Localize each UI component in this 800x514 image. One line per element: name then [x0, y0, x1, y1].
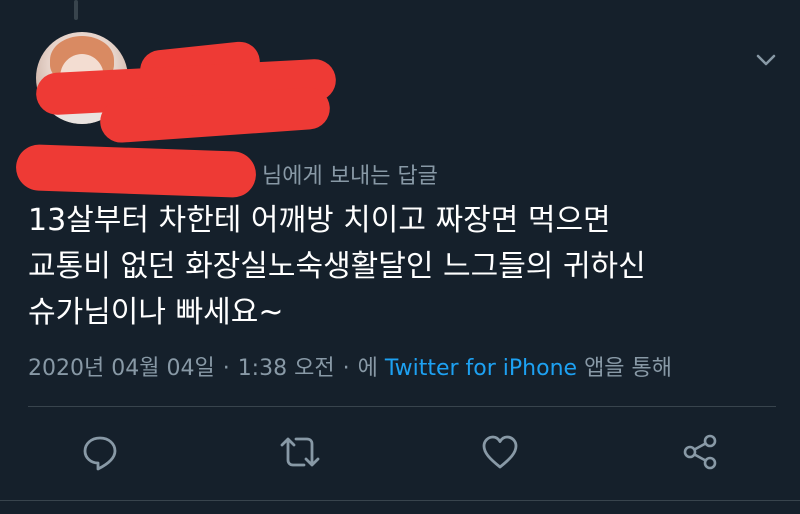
heart-icon: [482, 435, 518, 469]
tweet-time[interactable]: 1:38 오전: [238, 356, 335, 381]
tweet-meta: 2020년 04월 04일 · 1:38 오전 · 에 Twitter for iPho…: [28, 350, 672, 382]
tweet-text: 13살부터 차한테 어깨방 치이고 짜장면 먹으면 교통비 없던 화장실노숙생활…: [28, 203, 646, 330]
source-link[interactable]: Twitter for iPhone: [385, 356, 577, 381]
retweet-button[interactable]: [278, 430, 322, 474]
retweet-icon: [280, 437, 320, 467]
reply-button[interactable]: [78, 430, 122, 474]
action-bar: [0, 430, 800, 478]
meta-separator: ·: [222, 356, 230, 381]
tweet-date[interactable]: 2020년 04월 04일: [28, 356, 215, 381]
share-icon: [683, 434, 717, 470]
thread-line: [74, 0, 78, 20]
chevron-down-icon[interactable]: [752, 46, 780, 74]
bottom-divider: [0, 500, 800, 501]
source-prefix: 에: [357, 356, 378, 381]
divider: [28, 406, 776, 407]
source-suffix: 앱을 통해: [584, 356, 673, 381]
share-button[interactable]: [678, 430, 722, 474]
like-button[interactable]: [478, 430, 522, 474]
reply-context: 님에게 보내는 답글: [262, 164, 438, 189]
redaction-mark: [15, 143, 257, 199]
meta-separator: ·: [342, 356, 350, 381]
reply-icon: [83, 436, 117, 471]
